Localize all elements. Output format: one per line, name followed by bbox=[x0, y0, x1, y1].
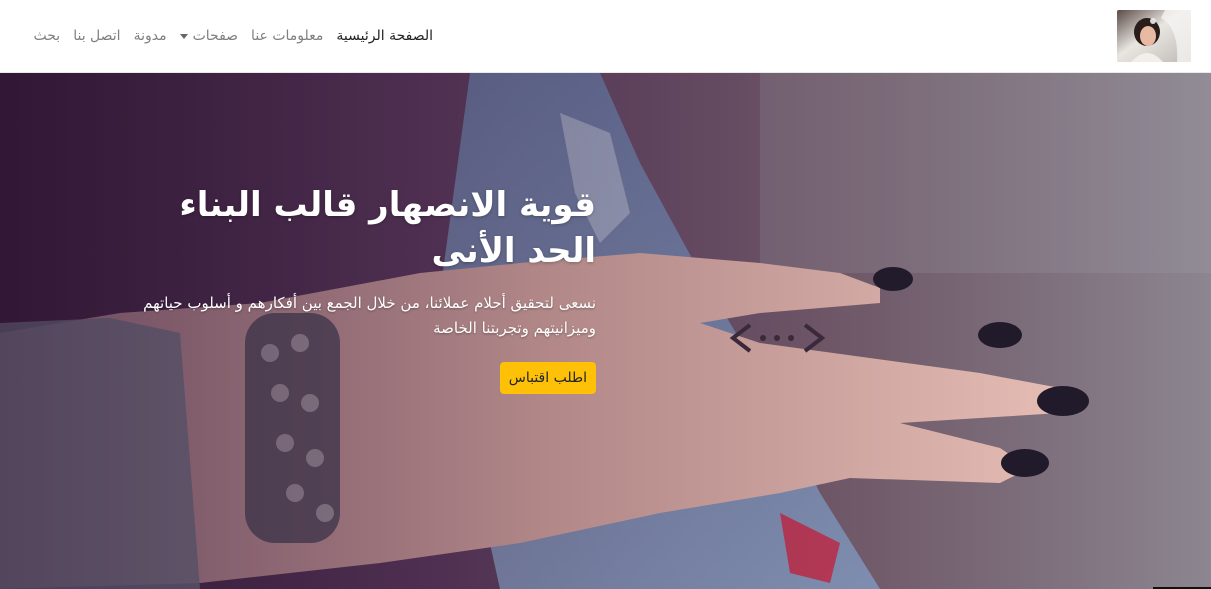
nav-links: الصفحة الرئيسية معلومات عنا صفحات مدونة … bbox=[34, 28, 433, 44]
nav-item-blog[interactable]: مدونة bbox=[134, 28, 167, 44]
brand-logo[interactable] bbox=[1117, 10, 1191, 62]
bride-portrait-logo bbox=[1117, 10, 1191, 62]
hero-subtitle: نسعى لتحقيق أحلام عملائنا، من خلال الجمع… bbox=[143, 293, 596, 337]
nav-item-contact[interactable]: اتصل بنا bbox=[73, 28, 120, 44]
hero-section: قوية الانصهار قالب البناء الحد الأنى نسع… bbox=[0, 73, 1211, 589]
caret-down-icon bbox=[179, 34, 188, 39]
nav-item-about[interactable]: معلومات عنا bbox=[251, 28, 323, 44]
nav-item-home[interactable]: الصفحة الرئيسية bbox=[336, 28, 433, 44]
hero-content: قوية الانصهار قالب البناء الحد الأنى نسع… bbox=[100, 183, 596, 395]
top-navbar: الصفحة الرئيسية معلومات عنا صفحات مدونة … bbox=[0, 0, 1211, 73]
nav-item-pages-label: صفحات bbox=[192, 28, 239, 44]
nav-item-pages-dropdown[interactable]: صفحات bbox=[179, 28, 239, 44]
hero-title: قوية الانصهار قالب البناء الحد الأنى bbox=[179, 185, 596, 271]
nav-item-search[interactable]: بحث bbox=[34, 28, 61, 44]
request-quote-button[interactable]: اطلب اقتباس bbox=[499, 362, 596, 395]
